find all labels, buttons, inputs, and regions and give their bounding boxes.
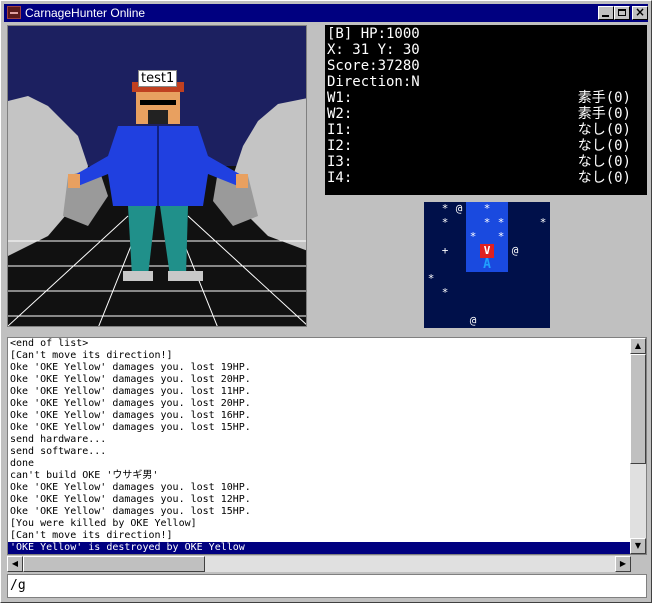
log-line[interactable]: can't build OKE 'ウサギ男' [8,470,646,482]
player-nametag: test1 [138,70,178,87]
minimize-icon [602,15,609,17]
slot-value-i1: なし(0) [577,122,631,138]
slot-label-i3: I3: [327,154,353,170]
status-panel: [B] HP:1000 X: 31 Y: 30 Score:37280 Dire… [325,25,647,195]
radar-object-marker: @ [455,202,463,215]
game-viewport[interactable]: test1 [7,25,307,327]
window-title: CarnageHunter Online [25,6,146,20]
log-line[interactable]: [You were killed by OKE Yellow] [8,518,646,530]
direction-readout: Direction:N [327,74,420,90]
close-icon: × [634,5,646,19]
slot-value-i3: なし(0) [577,154,631,170]
radar-debris-marker: * [539,216,547,229]
score-readout: Score:37280 [327,58,420,74]
log-line[interactable]: 'OKE Yellow' is destroyed by OKE Yellow [8,542,646,554]
slot-value-w1: 素手(0) [577,90,631,106]
scroll-up-button[interactable]: ▲ [630,338,646,354]
radar-debris-marker: * [441,216,449,229]
title-bar[interactable]: CarnageHunter Online × [4,4,648,22]
maximize-button[interactable] [614,6,630,20]
radar-debris-marker: + [441,244,449,257]
log-line[interactable]: Oke 'OKE Yellow' damages you. lost 16HP. [8,410,646,422]
app-icon[interactable] [7,6,21,19]
log-horizontal-scrollbar[interactable]: ◀ ▶ [7,556,631,572]
arrow-up-icon: ▲ [634,341,642,350]
scroll-right-button[interactable]: ▶ [615,556,631,572]
radar-debris-marker: * [483,216,491,229]
radar-debris-marker: * [497,216,505,229]
log-line[interactable]: [Can't move its direction!] [8,350,646,362]
slot-label-i4: I4: [327,170,353,186]
scrollbar-corner [631,556,647,572]
slot-label-w2: W2: [327,106,353,122]
log-line[interactable]: Oke 'OKE Yellow' damages you. lost 20HP. [8,398,646,410]
log-line[interactable]: Oke 'OKE Yellow' damages you. lost 12HP. [8,494,646,506]
radar-debris-marker: * [469,230,477,243]
radar-debris-marker: * [441,286,449,299]
command-input[interactable]: /g [7,574,647,598]
log-line[interactable]: <end of list> [8,338,646,350]
arrow-left-icon: ◀ [11,559,19,568]
log-line[interactable]: Oke 'OKE Yellow' damages you. lost 11HP. [8,386,646,398]
enemy-marker: V [480,244,494,258]
scroll-down-button[interactable]: ▼ [630,538,646,554]
minimize-button[interactable] [598,6,614,20]
maximize-icon [618,9,626,16]
arrow-down-icon: ▼ [634,541,642,550]
radar-debris-marker: * [483,202,491,215]
radar-debris-marker: * [441,202,449,215]
log-line[interactable]: done [8,458,646,470]
log-line[interactable]: Oke 'OKE Yellow' damages you. lost 15HP. [8,506,646,518]
radar-object-marker: @ [511,244,519,257]
scroll-left-button[interactable]: ◀ [7,556,23,572]
position-readout: X: 31 Y: 30 [327,42,420,58]
game-window: CarnageHunter Online × test1 [B] HP:1000… [0,0,652,603]
radar-map[interactable]: V A * @ * * * * * * * + @ * * @ [424,202,550,328]
message-log[interactable]: <end of list> [Can't move its direction!]… [7,337,647,555]
log-line[interactable]: [Can't move its direction!] [8,530,646,542]
log-line[interactable]: Oke 'OKE Yellow' damages you. lost 10HP. [8,482,646,494]
slot-label-i2: I2: [327,138,353,154]
log-scroll-thumb[interactable] [630,354,646,464]
slot-label-i1: I1: [327,122,353,138]
log-line[interactable]: send hardware... [8,434,646,446]
hp-readout: [B] HP:1000 [327,26,420,42]
radar-debris-marker: * [427,272,435,285]
radar-object-marker: @ [469,314,477,327]
log-line[interactable]: Oke 'OKE Yellow' damages you. lost 19HP. [8,362,646,374]
log-vertical-scrollbar[interactable]: ▲ ▼ [630,338,646,554]
radar-debris-marker: * [497,230,505,243]
slot-value-i4: なし(0) [577,170,631,186]
arrow-right-icon: ▶ [619,559,627,568]
log-lines: <end of list> [Can't move its direction!]… [8,338,646,554]
slot-value-i2: なし(0) [577,138,631,154]
player-marker: A [483,257,491,272]
log-line[interactable]: send software... [8,446,646,458]
log-line[interactable]: Oke 'OKE Yellow' damages you. lost 15HP. [8,422,646,434]
slot-label-w1: W1: [327,90,353,106]
slot-value-w2: 素手(0) [577,106,631,122]
close-button[interactable]: × [632,6,648,20]
log-line[interactable]: Oke 'OKE Yellow' damages you. lost 20HP. [8,374,646,386]
horizontal-scroll-thumb[interactable] [23,556,205,572]
